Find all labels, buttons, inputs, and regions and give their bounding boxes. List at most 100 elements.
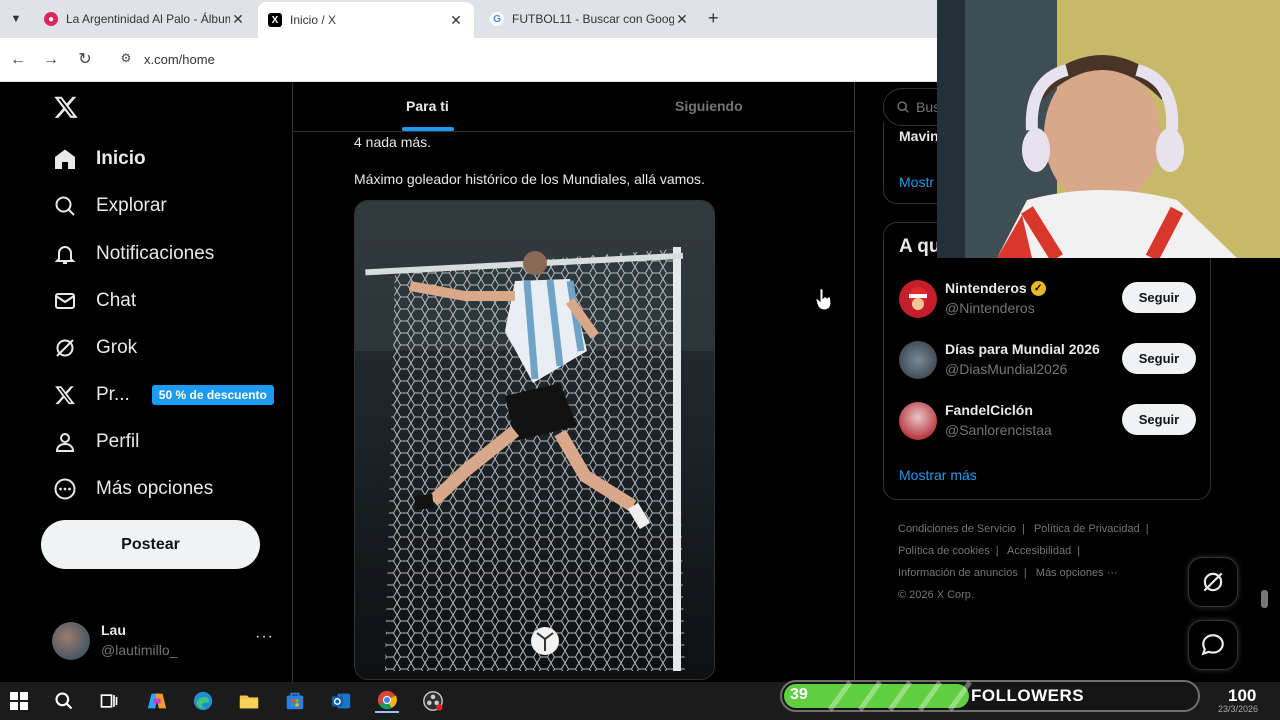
nav-item-explorar[interactable]: Explorar [52, 191, 167, 221]
grok-fab-button[interactable] [1188, 557, 1238, 607]
close-tab-icon[interactable]: ✕ [230, 11, 246, 28]
windows-start-icon[interactable] [7, 689, 31, 713]
url-field[interactable]: x.com/home [144, 52, 215, 67]
copyright: © 2026 X Corp. [898, 589, 974, 601]
nav-label: Más opciones [96, 478, 214, 499]
chrome-icon[interactable] [375, 689, 399, 713]
tab-search-chevron-icon[interactable]: ▼ [6, 9, 26, 29]
copilot-icon[interactable] [145, 689, 169, 713]
followers-goal: 100 [1228, 686, 1257, 705]
account-switcher[interactable]: Lau @lautimillo_ ··· [52, 620, 282, 664]
tab-siguiendo[interactable]: Siguiendo [675, 98, 743, 114]
follow-suggestion[interactable]: FandelCiclón @Sanlorencistaa Seguir [899, 402, 1199, 442]
show-more-link[interactable]: Mostr [899, 174, 934, 190]
site-settings-icon[interactable]: ⚙ [118, 51, 134, 67]
file-explorer-icon[interactable] [237, 689, 261, 713]
nav-label: Chat [96, 290, 137, 311]
obs-recording-icon[interactable] [421, 689, 445, 713]
tweet-media-image[interactable] [354, 200, 715, 680]
trend-title[interactable]: Mavin [899, 128, 939, 144]
grok-icon [52, 335, 78, 361]
tab-title: La Argentinidad Al Palo - Álbum [66, 12, 230, 26]
x-premium-icon [52, 382, 78, 408]
task-view-icon[interactable] [97, 689, 121, 713]
outlook-icon[interactable] [329, 689, 353, 713]
bell-icon [52, 241, 78, 267]
reload-icon[interactable]: ↻ [75, 50, 95, 70]
avatar [899, 402, 937, 440]
avatar [52, 622, 90, 660]
suggestion-name-row: Nintenderos ✓ [945, 280, 1046, 296]
follow-button[interactable]: Seguir [1122, 343, 1196, 374]
avatar [899, 341, 937, 379]
suggestion-name: Nintenderos [945, 280, 1027, 296]
footer-link[interactable]: Política de cookies [898, 545, 990, 557]
x-logo-icon: X [268, 13, 282, 27]
discount-badge[interactable]: 50 % de descuento [151, 385, 274, 405]
nav-label: Explorar [96, 195, 167, 216]
follow-suggestion[interactable]: Nintenderos ✓ @Nintenderos Seguir [899, 280, 1199, 320]
footer-link[interactable]: Política de Privacidad [1034, 523, 1140, 535]
follow-suggestion[interactable]: Días para Mundial 2026 @DiasMundial2026 … [899, 341, 1199, 381]
browser-tab-google[interactable]: G FUTBOL11 - Buscar con Google ✕ [480, 4, 700, 34]
suggestion-name: Días para Mundial 2026 [945, 341, 1100, 357]
active-tab-indicator [402, 127, 454, 131]
messages-fab-button[interactable] [1188, 620, 1238, 670]
search-icon [897, 101, 909, 113]
nav-item-notificaciones[interactable]: Notificaciones [52, 239, 214, 269]
browser-tab-inicio-x[interactable]: X Inicio / X ✕ [258, 2, 474, 38]
tweet-text-line: 4 nada más. [354, 134, 432, 150]
nav-label: Grok [96, 337, 138, 358]
follow-button[interactable]: Seguir [1122, 404, 1196, 435]
nav-item-grok[interactable]: Grok [52, 333, 137, 363]
timeline-tabs: Para ti Siguiendo [293, 82, 854, 132]
home-icon [52, 146, 78, 172]
nav-item-inicio[interactable]: Inicio [52, 144, 146, 174]
taskbar-search-icon[interactable] [52, 689, 76, 713]
close-tab-icon[interactable]: ✕ [448, 12, 464, 29]
search-icon [52, 193, 78, 219]
browser-tab-album[interactable]: ● La Argentinidad Al Palo - Álbum ✕ [34, 4, 256, 34]
verified-badge-icon: ✓ [1030, 280, 1046, 296]
nav-label: Pr... [96, 384, 130, 405]
account-handle: @lautimillo_ [101, 642, 178, 658]
nav-item-premium[interactable]: Pr... 50 % de descuento [52, 380, 274, 410]
webcam-overlay [937, 0, 1280, 258]
footer-link[interactable]: Accesibilidad [1007, 545, 1071, 557]
more-horizontal-icon[interactable]: ··· [255, 628, 274, 646]
followers-count: 39 [790, 686, 808, 703]
microsoft-store-icon[interactable] [283, 689, 307, 713]
footer-links: Condiciones de Servicio | Política de Pri… [898, 518, 1198, 606]
x-logo-icon[interactable] [53, 94, 79, 120]
nav-item-chat[interactable]: Chat [52, 286, 136, 316]
nav-label: Notificaciones [96, 243, 215, 264]
nav-label: Inicio [96, 148, 146, 169]
footer-link[interactable]: Información de anuncios [898, 567, 1018, 579]
edge-browser-icon[interactable] [191, 689, 215, 713]
post-button[interactable]: Postear [41, 520, 260, 569]
new-tab-plus-icon[interactable]: + [708, 8, 719, 29]
footer-link[interactable]: Condiciones de Servicio [898, 523, 1016, 535]
forward-arrow-icon[interactable]: → [41, 50, 61, 70]
chat-bubble-icon [1201, 634, 1224, 656]
nav-item-perfil[interactable]: Perfil [52, 427, 139, 457]
back-arrow-icon[interactable]: ← [8, 50, 28, 70]
left-sidebar: Inicio Explorar Notificaciones Chat Grok [0, 82, 292, 682]
show-more-link[interactable]: Mostrar más [899, 467, 977, 483]
footer-link[interactable]: Más opciones ··· [1036, 567, 1118, 579]
followers-label: FOLLOWERS [971, 686, 1085, 705]
close-tab-icon[interactable]: ✕ [674, 11, 690, 28]
page-scrollbar[interactable] [1261, 590, 1268, 608]
more-circle-icon [52, 476, 78, 502]
follow-button[interactable]: Seguir [1122, 282, 1196, 313]
suggestion-handle: @Nintenderos [945, 300, 1035, 316]
who-to-follow-card: A qu Nintenderos ✓ @Nintenderos Seguir D… [883, 222, 1211, 500]
tweet-text-line: Máximo goleador histórico de los Mundial… [354, 171, 705, 187]
taskbar-date: 23/3/2026 [1218, 704, 1259, 714]
tab-title: FUTBOL11 - Buscar con Google [512, 12, 674, 26]
tab-title: Inicio / X [290, 13, 337, 27]
nav-label: Perfil [96, 431, 140, 452]
tab-para-ti[interactable]: Para ti [406, 98, 449, 114]
nav-item-mas-opciones[interactable]: Más opciones [52, 474, 213, 504]
soccer-goal-photo [355, 201, 714, 679]
